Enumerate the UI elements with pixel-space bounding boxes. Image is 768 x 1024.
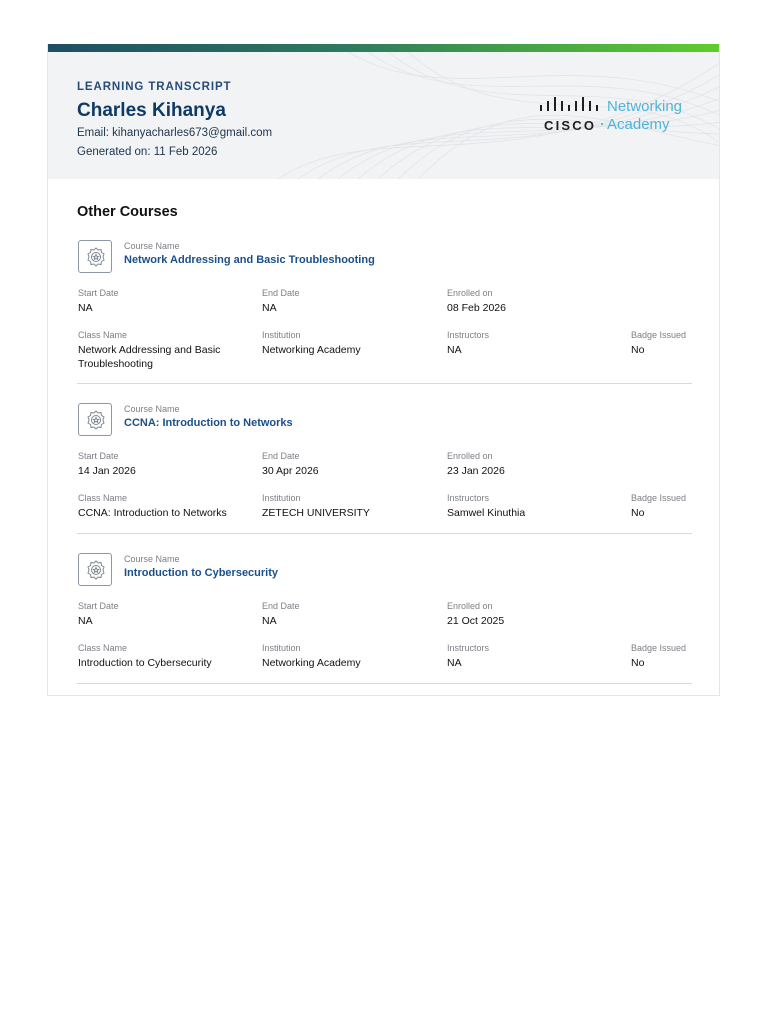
end-date-value: NA [262, 615, 277, 627]
badge-issued-value: No [631, 657, 645, 669]
instructors-label: Instructors [447, 493, 490, 503]
instructors-value: NA [447, 344, 462, 356]
class-name-field: Class Name Network Addressing and Basic … [78, 330, 238, 371]
enrolled-on-field: Enrolled on 08 Feb 2026 [447, 288, 617, 316]
start-date-label: Start Date [78, 451, 119, 461]
transcript-kicker: LEARNING TRANSCRIPT [77, 81, 232, 93]
instructors-label: Instructors [447, 643, 490, 653]
end-date-value: 30 Apr 2026 [262, 465, 319, 477]
course-title: Introduction to Cybersecurity [124, 567, 279, 579]
course-card: Course Name Introduction to Cybersecurit… [77, 553, 692, 684]
end-date-field: End Date NA [262, 288, 432, 316]
badge-issued-label: Badge Issued [631, 493, 687, 503]
institution-field: Institution Networking Academy [262, 330, 432, 358]
end-date-value: NA [262, 302, 277, 314]
enrolled-on-label: Enrolled on [447, 288, 493, 298]
cisco-wordmark: CISCO [544, 118, 597, 133]
enrolled-on-value: 21 Oct 2025 [447, 615, 505, 627]
start-date-field: Start Date NA [78, 288, 248, 316]
generated-date: Generated on: 11 Feb 2026 [77, 146, 218, 158]
enrolled-on-label: Enrolled on [447, 451, 493, 461]
instructors-value: NA [447, 657, 462, 669]
enrolled-on-value: 23 Jan 2026 [447, 465, 505, 477]
enrolled-on-label: Enrolled on [447, 601, 493, 611]
start-date-value: NA [78, 302, 93, 314]
course-name-label: Course Name [124, 241, 180, 251]
start-date-value: NA [78, 615, 93, 627]
logo-dot [601, 123, 603, 125]
class-name-label: Class Name [78, 643, 128, 653]
end-date-field: End Date NA [262, 601, 432, 629]
class-name-value: CCNA: Introduction to Networks [78, 507, 227, 519]
institution-value: ZETECH UNIVERSITY [262, 507, 370, 519]
class-name-label: Class Name [78, 493, 128, 503]
class-name-label: Class Name [78, 330, 128, 340]
section-title: Other Courses [77, 204, 178, 220]
badge-award-icon [78, 403, 112, 436]
course-name-label: Course Name [124, 554, 180, 564]
institution-value: Networking Academy [262, 657, 361, 669]
end-date-label: End Date [262, 451, 300, 461]
learner-email: Email: kihanyacharles673@gmail.com [77, 127, 273, 139]
start-date-field: Start Date NA [78, 601, 248, 629]
instructors-value: Samwel Kinuthia [447, 507, 526, 519]
class-name-field: Class Name CCNA: Introduction to Network… [78, 493, 253, 521]
start-date-label: Start Date [78, 288, 119, 298]
class-name-field: Class Name Introduction to Cybersecurity [78, 643, 253, 671]
course-title: CCNA: Introduction to Networks [124, 417, 293, 429]
start-date-field: Start Date 14 Jan 2026 [78, 451, 248, 479]
badge-issued-value: No [631, 507, 645, 519]
transcript-header: LEARNING TRANSCRIPT Charles Kihanya Emai… [48, 52, 719, 179]
course-name-label: Course Name [124, 404, 180, 414]
badge-award-icon [78, 240, 112, 273]
logo-line-networking: Networking [607, 98, 683, 115]
badge-issued-field: Badge Issued No [631, 330, 692, 358]
institution-field: Institution Networking Academy [262, 643, 432, 671]
instructors-label: Instructors [447, 330, 490, 340]
course-title: Network Addressing and Basic Troubleshoo… [124, 254, 375, 266]
start-date-label: Start Date [78, 601, 119, 611]
class-name-value: Network Addressing and Basic Troubleshoo… [78, 344, 221, 370]
badge-issued-label: Badge Issued [631, 643, 687, 653]
badge-issued-field: Badge Issued No [631, 643, 692, 671]
instructors-field: Instructors NA [447, 643, 617, 671]
end-date-label: End Date [262, 288, 300, 298]
cisco-networking-academy-logo: CISCO Networking Academy [538, 96, 698, 136]
institution-value: Networking Academy [262, 344, 361, 356]
course-card: Course Name CCNA: Introduction to Networ… [77, 403, 692, 534]
badge-issued-value: No [631, 344, 645, 356]
institution-field: Institution ZETECH UNIVERSITY [262, 493, 432, 521]
instructors-field: Instructors NA [447, 330, 617, 358]
institution-label: Institution [262, 330, 301, 340]
transcript-card: LEARNING TRANSCRIPT Charles Kihanya Emai… [47, 44, 720, 696]
enrolled-on-value: 08 Feb 2026 [447, 302, 506, 314]
badge-issued-label: Badge Issued [631, 330, 687, 340]
instructors-field: Instructors Samwel Kinuthia [447, 493, 617, 521]
learner-name: Charles Kihanya [77, 100, 226, 121]
logo-line-academy: Academy [607, 116, 670, 133]
badge-award-icon [78, 553, 112, 586]
course-card: Course Name Network Addressing and Basic… [77, 240, 692, 384]
cisco-bars-icon [540, 97, 598, 111]
badge-issued-field: Badge Issued No [631, 493, 692, 521]
logo-networking-academy: Networking Academy [607, 98, 682, 134]
institution-label: Institution [262, 643, 301, 653]
enrolled-on-field: Enrolled on 23 Jan 2026 [447, 451, 617, 479]
institution-label: Institution [262, 493, 301, 503]
start-date-value: 14 Jan 2026 [78, 465, 136, 477]
enrolled-on-field: Enrolled on 21 Oct 2025 [447, 601, 617, 629]
gradient-top-bar [48, 44, 719, 52]
end-date-field: End Date 30 Apr 2026 [262, 451, 432, 479]
class-name-value: Introduction to Cybersecurity [78, 657, 212, 669]
end-date-label: End Date [262, 601, 300, 611]
